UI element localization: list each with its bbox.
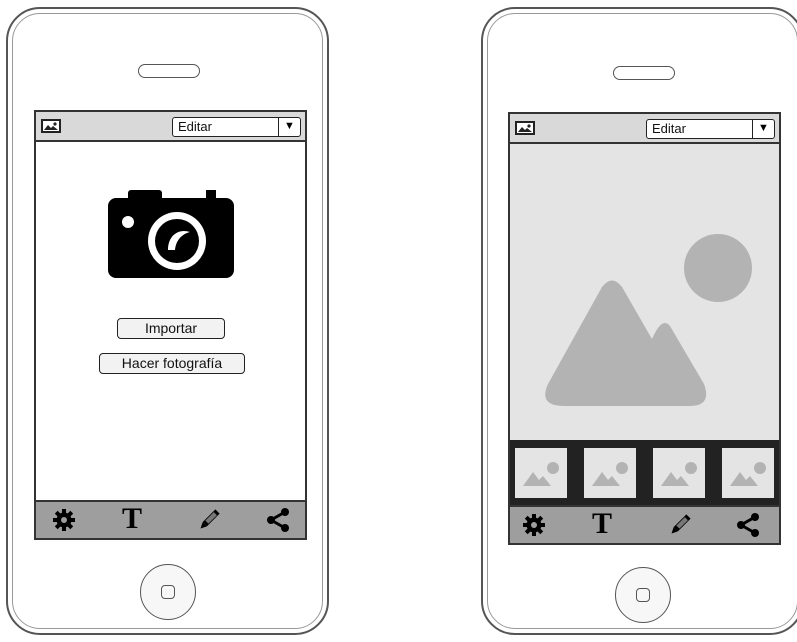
gear-icon[interactable] <box>51 507 77 533</box>
image-placeholder-icon <box>545 234 752 406</box>
import-button[interactable]: Importar <box>117 318 225 339</box>
home-button-square-icon <box>636 588 650 602</box>
image-thumbnail-icon <box>523 462 559 486</box>
phone-left-speaker <box>138 64 200 78</box>
camera-icon <box>108 190 234 278</box>
image-thumbnail-icon <box>661 462 697 486</box>
phone-left: Editar ▼ Importar Hacer fotografía T <box>6 7 329 635</box>
edit-select[interactable]: Editar ▼ <box>646 119 775 139</box>
text-icon[interactable]: T <box>589 507 615 540</box>
top-bar: Editar ▼ <box>510 114 779 144</box>
main-image-placeholder[interactable] <box>510 144 779 440</box>
pencil-icon[interactable] <box>196 507 222 533</box>
phone-right-speaker <box>613 66 675 80</box>
chevron-down-icon[interactable]: ▼ <box>278 118 300 136</box>
image-thumbnail[interactable] <box>584 448 636 498</box>
edit-select-value: Editar <box>178 119 212 134</box>
gear-icon[interactable] <box>521 512 547 538</box>
take-photo-button[interactable]: Hacer fotografía <box>99 353 245 374</box>
thumbnail-strip <box>510 440 779 506</box>
bottom-toolbar: T <box>36 500 305 538</box>
image-thumbnail[interactable] <box>653 448 705 498</box>
edit-select-value: Editar <box>652 121 686 136</box>
share-icon[interactable] <box>265 507 291 533</box>
phone-right-screen: Editar ▼ T <box>508 112 781 545</box>
image-thumbnail[interactable] <box>722 448 774 498</box>
phone-right: Editar ▼ T <box>481 7 797 635</box>
share-icon[interactable] <box>735 512 761 538</box>
home-button-square-icon <box>161 585 175 599</box>
image-thumbnail-icon <box>592 462 628 486</box>
chevron-down-icon[interactable]: ▼ <box>752 120 774 138</box>
edit-select[interactable]: Editar ▼ <box>172 117 301 137</box>
top-bar: Editar ▼ <box>36 112 305 142</box>
image-icon[interactable] <box>515 121 535 135</box>
phone-left-screen: Editar ▼ Importar Hacer fotografía T <box>34 110 307 540</box>
bottom-toolbar: T <box>510 505 779 543</box>
pencil-icon[interactable] <box>667 512 693 538</box>
text-icon[interactable]: T <box>119 502 145 535</box>
image-thumbnail-icon <box>730 462 766 486</box>
home-button[interactable] <box>615 567 671 623</box>
home-button[interactable] <box>140 564 196 620</box>
image-thumbnail[interactable] <box>515 448 567 498</box>
image-icon[interactable] <box>41 119 61 133</box>
